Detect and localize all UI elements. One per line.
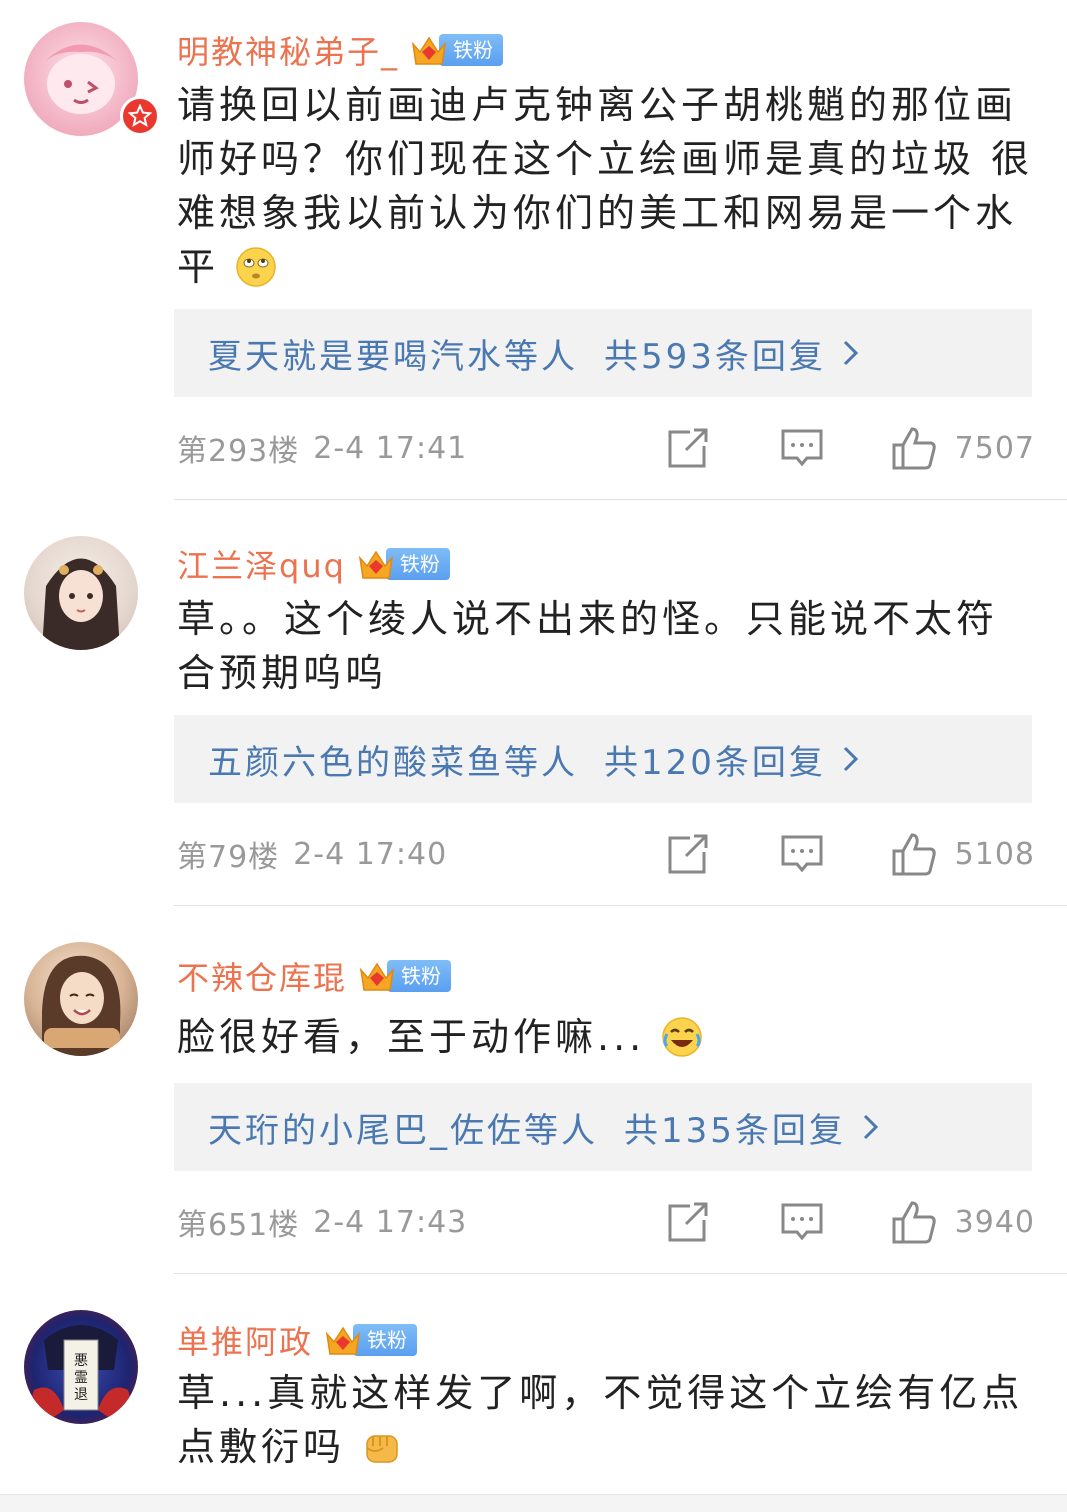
chevron-right-icon (862, 1112, 880, 1142)
replies-summary[interactable]: 五颜六色的酸菜鱼等人 共120条回复 (174, 715, 1032, 803)
replies-count: 共120条回复 (604, 742, 826, 783)
replies-count: 共593条回复 (604, 336, 826, 377)
svg-text:退: 退 (74, 1387, 88, 1403)
user-header: 江兰泽quq 铁粉 (177, 540, 450, 588)
eye-roll-emoji-icon (235, 246, 277, 288)
floor-number: 第651楼 (177, 1208, 300, 1243)
like-icon[interactable] (891, 831, 937, 877)
bottom-edge (0, 1494, 1067, 1512)
verified-badge-icon (120, 96, 160, 136)
avatar[interactable] (24, 536, 138, 650)
comment-meta: 第79楼 2-4 17:40 5108 (177, 824, 1035, 884)
username[interactable]: 江兰泽quq (177, 541, 346, 587)
avatar[interactable] (24, 22, 160, 136)
crown-icon (409, 30, 449, 70)
divider (174, 905, 1067, 906)
timestamp: 2-4 17:41 (313, 430, 468, 466)
repost-icon[interactable] (665, 831, 711, 877)
comment-icon[interactable] (779, 1199, 825, 1245)
floor-number: 第293楼 (177, 434, 300, 469)
like-icon[interactable] (891, 1199, 937, 1245)
comment-icon[interactable] (779, 831, 825, 877)
repost-icon[interactable] (665, 1199, 711, 1245)
fan-badge[interactable]: 铁粉 (323, 1320, 418, 1360)
user-header: 不辣仓库琨 铁粉 (177, 952, 452, 1000)
timestamp: 2-4 17:40 (293, 836, 448, 872)
comment-body: 脸很好看，至于动作嘛... (177, 1015, 646, 1059)
comment-body: 草。。这个绫人说不出来的怪。只能说不太符合预期呜呜 (177, 597, 999, 695)
action-bar: 3940 (665, 1199, 1035, 1245)
action-bar: 5108 (665, 831, 1035, 877)
like-count: 5108 (954, 836, 1035, 872)
username[interactable]: 不辣仓库琨 (177, 953, 347, 999)
divider (174, 1273, 1067, 1274)
replies-from: 夏天就是要喝汽水等人 (208, 336, 578, 377)
like-count: 3940 (954, 1204, 1035, 1240)
comment-text: 请换回以前画迪卢克钟离公子胡桃魈的那位画师好吗？你们现在这个立绘画师是真的垃圾 … (177, 78, 1037, 294)
laugh-cry-emoji-icon (661, 1016, 703, 1058)
crown-icon (357, 956, 397, 996)
fist-emoji-icon (361, 1426, 403, 1468)
comment-meta: 第293楼 2-4 17:41 7507 (177, 418, 1035, 478)
replies-count: 共135条回复 (624, 1110, 846, 1151)
fan-badge[interactable]: 铁粉 (409, 30, 504, 70)
replies-summary[interactable]: 天珩的小尾巴_佐佐等人 共135条回复 (174, 1083, 1032, 1171)
avatar[interactable] (24, 942, 138, 1056)
avatar[interactable]: 悪 霊 退 (24, 1310, 138, 1424)
comment-text: 草。。这个绫人说不出来的怪。只能说不太符合预期呜呜 (177, 592, 1037, 700)
chevron-right-icon (842, 338, 860, 368)
username[interactable]: 明教神秘弟子_ (177, 27, 399, 73)
user-header: 单推阿政 铁粉 (177, 1316, 418, 1364)
chevron-right-icon (842, 744, 860, 774)
comment-icon[interactable] (779, 425, 825, 471)
repost-icon[interactable] (665, 425, 711, 471)
comment-body: 草...真就这样发了啊，不觉得这个立绘有亿点点敷衍吗 (177, 1371, 1024, 1469)
like-icon[interactable] (891, 425, 937, 471)
like-count: 7507 (954, 430, 1035, 466)
username[interactable]: 单推阿政 (177, 1317, 313, 1363)
comment-body: 请换回以前画迪卢克钟离公子胡桃魈的那位画师好吗？你们现在这个立绘画师是真的垃圾 … (177, 83, 1034, 289)
timestamp: 2-4 17:43 (313, 1204, 468, 1240)
crown-icon (356, 544, 396, 584)
fan-badge[interactable]: 铁粉 (357, 956, 452, 996)
comment-meta: 第651楼 2-4 17:43 3940 (177, 1192, 1035, 1252)
fan-badge[interactable]: 铁粉 (356, 546, 450, 582)
replies-from: 五颜六色的酸菜鱼等人 (208, 742, 578, 783)
user-header: 明教神秘弟子_ 铁粉 (177, 26, 504, 74)
action-bar: 7507 (665, 425, 1035, 471)
comment-text: 草...真就这样发了啊，不觉得这个立绘有亿点点敷衍吗 (177, 1366, 1037, 1474)
crown-icon (323, 1320, 363, 1360)
svg-text:悪: 悪 (74, 1353, 88, 1369)
replies-summary[interactable]: 夏天就是要喝汽水等人 共593条回复 (174, 309, 1032, 397)
replies-from: 天珩的小尾巴_佐佐等人 (208, 1110, 598, 1151)
floor-number: 第79楼 (177, 840, 280, 875)
divider (174, 499, 1067, 500)
comment-text: 脸很好看，至于动作嘛... (177, 1010, 1037, 1064)
svg-text:霊: 霊 (74, 1370, 88, 1386)
